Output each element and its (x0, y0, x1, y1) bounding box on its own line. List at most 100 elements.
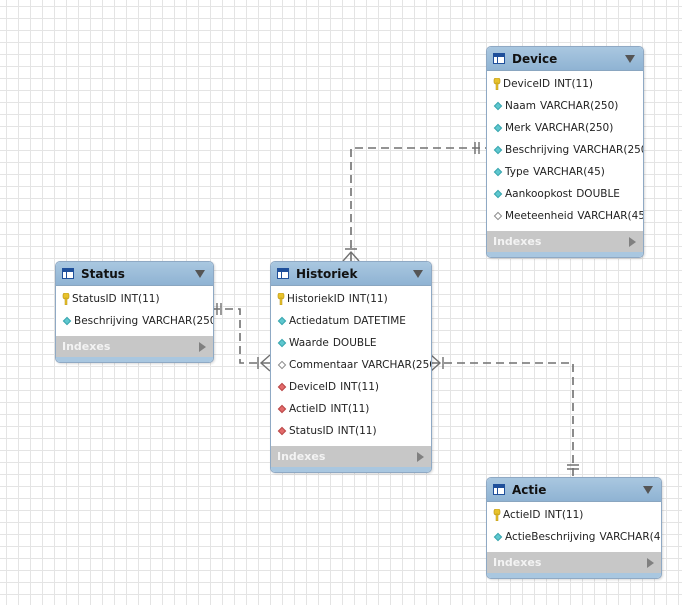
table-icon (493, 484, 505, 495)
column-row[interactable]: Type VARCHAR(45) (487, 161, 643, 183)
not-null-column-icon (62, 316, 72, 326)
historiek-left-many-marker (257, 354, 271, 372)
column-name: StatusID (72, 293, 117, 305)
column-row[interactable]: DeviceID INT(11) (271, 376, 431, 398)
column-type: INT(11) (340, 381, 380, 393)
table-icon (62, 268, 74, 279)
column-row[interactable]: ActieID INT(11) (487, 504, 661, 526)
column-name: DeviceID (289, 381, 337, 393)
entity-status[interactable]: Status StatusID INT(11) Beschrijving VARCHA… (55, 261, 214, 363)
column-name: DeviceID (503, 78, 551, 90)
column-row[interactable]: Waarde DOUBLE (271, 332, 431, 354)
column-row[interactable]: Aankoopkost DOUBLE (487, 183, 643, 205)
indexes-section[interactable]: Indexes (271, 446, 431, 467)
table-icon (493, 53, 505, 64)
column-type: INT(11) (554, 78, 594, 90)
collapse-toggle-icon[interactable] (625, 54, 635, 63)
column-type: VARCHAR(250) (534, 122, 614, 134)
column-name: Beschrijving (74, 315, 139, 327)
expand-arrow-icon[interactable] (629, 236, 636, 247)
column-row[interactable]: CommentaarVARCHAR(250) (271, 354, 431, 376)
column-row[interactable]: Beschrijving VARCHAR(250) (487, 139, 643, 161)
column-name: HistoriekID (287, 293, 345, 305)
actie-one-marker (567, 464, 579, 470)
column-type: VARCHAR(250) (539, 100, 619, 112)
column-row[interactable]: DeviceID INT(11) (487, 73, 643, 95)
primary-key-icon (277, 293, 285, 305)
entity-header[interactable]: Status (56, 262, 213, 286)
not-null-column-icon (493, 101, 503, 111)
primary-key-icon (62, 293, 70, 305)
collapse-toggle-icon[interactable] (643, 485, 653, 494)
column-row[interactable]: ActieID INT(11) (271, 398, 431, 420)
not-null-column-icon (493, 189, 503, 199)
entity-title: Device (512, 51, 558, 66)
column-name: Meeteenheid (505, 210, 574, 222)
column-type: VARCHAR(45) (599, 531, 661, 543)
column-row[interactable]: Naam VARCHAR(250) (487, 95, 643, 117)
column-type: VARCHAR(45) (577, 210, 644, 222)
not-null-column-icon (493, 123, 503, 133)
entity-header[interactable]: Actie (487, 478, 661, 502)
column-row[interactable]: Merk VARCHAR(250) (487, 117, 643, 139)
entity-footer (487, 573, 661, 578)
column-row[interactable]: Meeteenheid VARCHAR(45) (487, 205, 643, 227)
collapse-toggle-icon[interactable] (413, 269, 423, 278)
column-row[interactable]: ActieBeschrijvingVARCHAR(45) (487, 526, 661, 548)
column-name: Aankoopkost (505, 188, 573, 200)
indexes-label: Indexes (493, 235, 542, 248)
entity-device[interactable]: Device DeviceID INT(11) Naam VARCHAR(250) Me… (486, 46, 644, 258)
column-row[interactable]: Actiedatum DATETIME (271, 310, 431, 332)
column-name: StatusID (289, 425, 334, 437)
expand-arrow-icon[interactable] (199, 341, 206, 352)
connector-historiek-status (213, 308, 270, 364)
indexes-section[interactable]: Indexes (487, 552, 661, 573)
device-one-marker (474, 142, 480, 154)
column-row[interactable]: StatusID INT(11) (56, 288, 213, 310)
entity-historiek[interactable]: Historiek HistoriekID INT(11) Actiedatum DA… (270, 261, 432, 473)
nullable-column-icon (493, 211, 503, 221)
column-row[interactable]: Beschrijving VARCHAR(250) (56, 310, 213, 332)
historiek-top-many-marker (342, 248, 360, 262)
collapse-toggle-icon[interactable] (195, 269, 205, 278)
not-null-column-icon (493, 145, 503, 155)
connector-historiek-device (350, 147, 486, 261)
table-icon (277, 268, 289, 279)
column-row[interactable]: HistoriekID INT(11) (271, 288, 431, 310)
column-name: Beschrijving (505, 144, 570, 156)
column-type: INT(11) (337, 425, 377, 437)
not-null-column-icon (277, 338, 287, 348)
column-name: ActieBeschrijving (505, 531, 596, 543)
status-one-marker (216, 303, 222, 315)
column-row[interactable]: StatusID INT(11) (271, 420, 431, 442)
column-type: DATETIME (353, 315, 406, 327)
expand-arrow-icon[interactable] (647, 557, 654, 568)
indexes-label: Indexes (277, 450, 326, 463)
expand-arrow-icon[interactable] (417, 451, 424, 462)
indexes-label: Indexes (493, 556, 542, 569)
column-type: INT(11) (120, 293, 160, 305)
entity-header[interactable]: Historiek (271, 262, 431, 286)
indexes-section[interactable]: Indexes (487, 231, 643, 252)
connector-historiek-actie (431, 362, 574, 477)
entity-footer (271, 467, 431, 472)
column-list: ActieID INT(11) ActieBeschrijving VARCHAR(4… (487, 502, 661, 552)
not-null-column-icon (277, 316, 287, 326)
indexes-section[interactable]: Indexes (56, 336, 213, 357)
column-type: VARCHAR(250) (361, 359, 431, 371)
column-type: INT(11) (348, 293, 388, 305)
column-name: Actiedatum (289, 315, 350, 327)
foreign-key-icon (277, 426, 287, 436)
not-null-column-icon (493, 167, 503, 177)
entity-actie[interactable]: Actie ActieID INT(11) ActieBeschrijving VAR… (486, 477, 662, 579)
column-list: HistoriekID INT(11) Actiedatum DATETIME Waar… (271, 286, 431, 446)
entity-header[interactable]: Device (487, 47, 643, 71)
column-name: Commentaar (289, 359, 358, 371)
column-type: INT(11) (330, 403, 370, 415)
primary-key-icon (493, 78, 501, 90)
entity-footer (56, 357, 213, 362)
column-list: DeviceID INT(11) Naam VARCHAR(250) Merk VARCH… (487, 71, 643, 231)
column-name: Merk (505, 122, 531, 134)
entity-title: Actie (512, 482, 547, 497)
column-name: Waarde (289, 337, 329, 349)
